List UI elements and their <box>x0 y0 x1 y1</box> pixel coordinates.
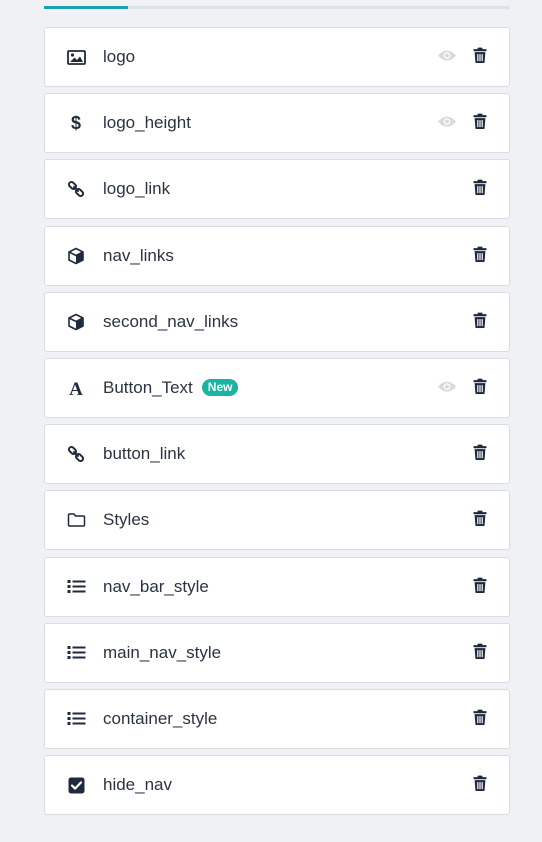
cube-icon <box>66 312 86 332</box>
trash-icon[interactable] <box>472 113 488 130</box>
field-label: second_nav_links <box>103 311 239 331</box>
field-label: nav_links <box>103 245 174 265</box>
field-name: logo_link <box>103 179 170 199</box>
eye-icon[interactable] <box>437 49 457 63</box>
trash-icon[interactable] <box>472 312 488 328</box>
field-label: nav_bar_style <box>103 576 209 596</box>
field-label: logo <box>103 47 136 66</box>
tab-bar <box>44 6 510 9</box>
field-row-nav-links[interactable]: nav_links <box>44 225 510 286</box>
field-name: main_nav_style <box>103 643 221 663</box>
list-icon <box>66 643 86 663</box>
field-name: button_link <box>103 444 185 464</box>
field-label: main_nav_style <box>103 642 222 662</box>
field-label: logo_link <box>103 179 171 199</box>
field-row-logo-height[interactable]: $ logo_height <box>44 93 510 154</box>
field-name: Styles <box>103 510 149 530</box>
field-name: second_nav_links <box>103 312 238 332</box>
link-icon <box>66 444 86 464</box>
list-icon <box>66 577 86 597</box>
field-name: Button_Text New <box>103 377 239 398</box>
svg-text:$: $ <box>71 113 81 133</box>
link-icon <box>66 179 86 199</box>
trash-icon[interactable] <box>472 577 488 593</box>
field-label: Button_Text <box>103 377 193 397</box>
field-label: hide_nav <box>103 775 173 795</box>
field-name: logo <box>103 47 135 67</box>
font-icon: A <box>66 378 86 398</box>
field-row-logo[interactable]: logo <box>44 27 510 87</box>
field-list: logo $ logo_height logo_link nav_linkssecond… <box>44 27 510 821</box>
dollar-icon: $ <box>66 113 86 133</box>
trash-icon[interactable] <box>472 709 488 725</box>
field-row-hide-nav[interactable]: hide_nav <box>44 755 510 816</box>
trash-icon[interactable] <box>472 179 488 196</box>
field-row-button-text[interactable]: A Button_Text New <box>44 357 510 418</box>
field-row-logo-link[interactable]: logo_link <box>44 159 510 220</box>
field-name: hide_nav <box>103 775 172 795</box>
trash-icon[interactable] <box>472 246 488 262</box>
cube-icon <box>66 246 86 266</box>
field-label: button_link <box>103 444 186 464</box>
field-row-main-nav-style[interactable]: main_nav_style <box>44 622 510 683</box>
new-badge: New <box>201 379 239 397</box>
trash-icon[interactable] <box>472 444 488 461</box>
field-row-container-style[interactable]: container_style <box>44 688 510 749</box>
field-row-nav-bar-style[interactable]: nav_bar_style <box>44 556 510 617</box>
checkbox-icon <box>66 775 86 795</box>
eye-icon[interactable] <box>437 380 457 394</box>
svg-text:A: A <box>69 379 83 397</box>
field-name: logo_height <box>103 113 191 133</box>
image-icon <box>66 47 86 67</box>
trash-icon[interactable] <box>472 643 488 659</box>
trash-icon[interactable] <box>472 378 488 395</box>
field-label: Styles <box>103 510 150 530</box>
folder-icon <box>66 510 86 530</box>
list-icon <box>66 709 86 729</box>
field-row-second-nav-links[interactable]: second_nav_links <box>44 291 510 352</box>
field-label: logo_height <box>103 113 191 133</box>
active-tab-indicator <box>44 6 128 9</box>
field-row-styles[interactable]: Styles <box>44 490 510 551</box>
field-name: nav_bar_style <box>103 577 209 597</box>
field-label: container_style <box>103 708 218 728</box>
field-name: container_style <box>103 709 217 729</box>
trash-icon[interactable] <box>472 510 488 527</box>
eye-icon[interactable] <box>437 115 457 129</box>
trash-icon[interactable] <box>472 47 488 64</box>
field-row-button-link[interactable]: button_link <box>44 424 510 485</box>
trash-icon[interactable] <box>472 775 488 792</box>
field-name: nav_links <box>103 246 174 266</box>
